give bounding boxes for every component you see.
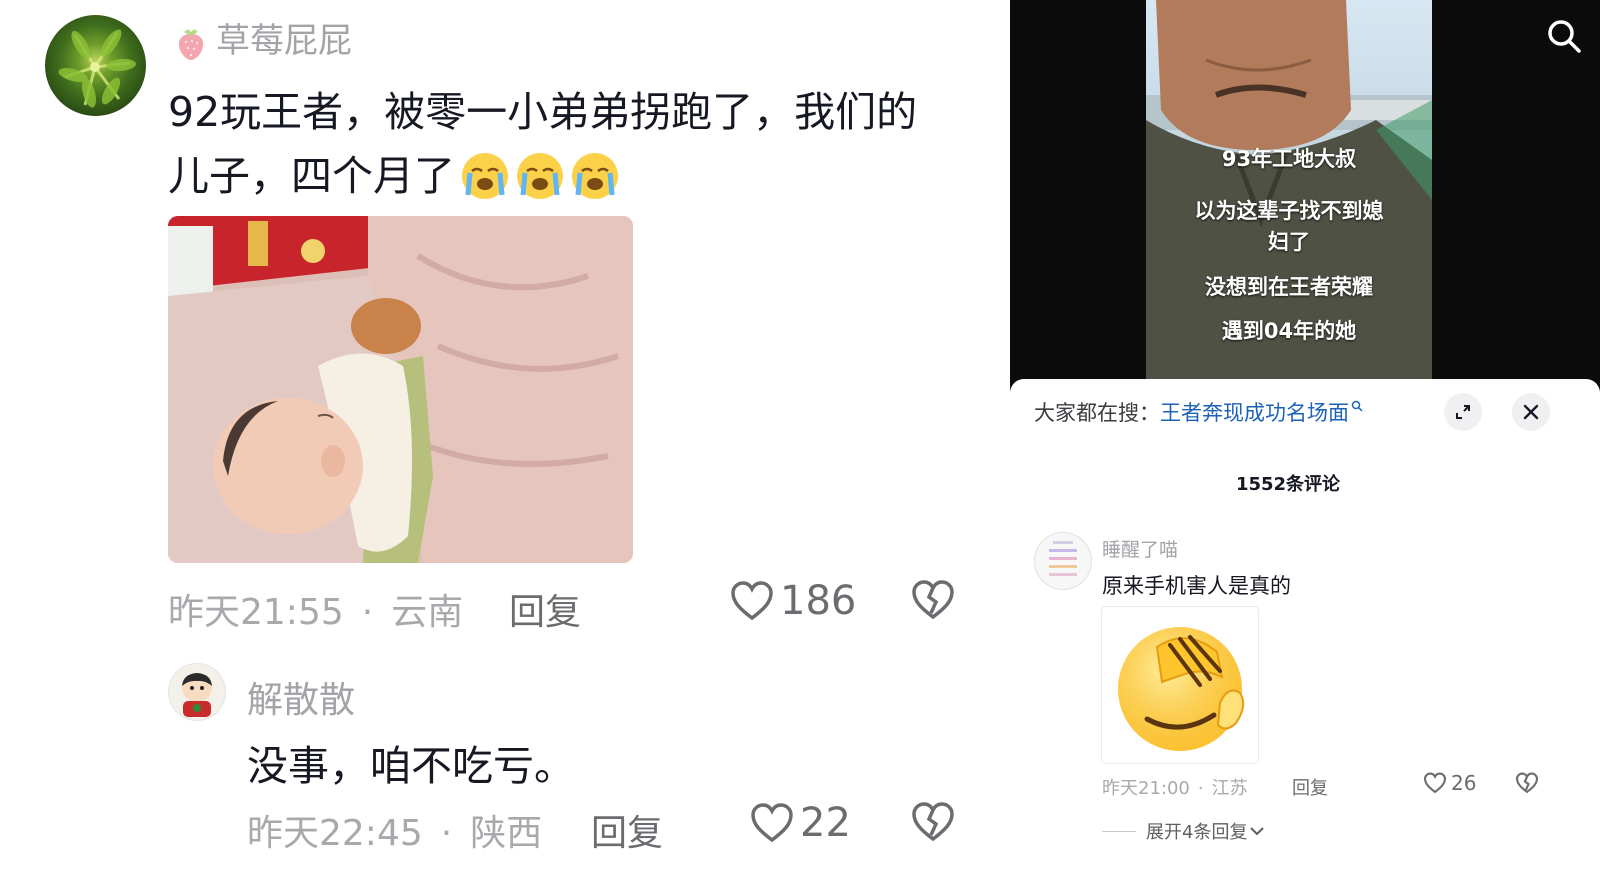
video-caption-3: 妇了 (1268, 230, 1310, 254)
hot-search-keyword[interactable]: 王者奔现成功名场面 (1160, 401, 1349, 425)
comment-sheet: 大家都在搜：王者奔现成功名场面 1552条评论 睡醒了喵 原来手机害人是真的 昨… (1010, 379, 1600, 869)
sheet-comment-username[interactable]: 睡醒了喵 (1102, 535, 1178, 562)
hot-search-bar[interactable]: 大家都在搜：王者奔现成功名场面 (1034, 397, 1363, 427)
meta-separator: · (361, 592, 374, 633)
sheet-like-button[interactable]: 26 (1423, 771, 1476, 795)
reply-like-button[interactable]: 22 (750, 800, 851, 846)
comment-line-2: 儿子，四个月了 (168, 144, 968, 211)
close-sheet-button[interactable] (1512, 393, 1550, 431)
right-video-panel: 93年工地大叔 以为这辈子找不到媳 妇了 没想到在王者荣耀 遇到04年的她 大家… (1010, 0, 1600, 869)
sheet-comment-meta: 昨天21:00 · 江苏 (1102, 774, 1248, 800)
comment-time: 昨天21:55 (168, 592, 344, 633)
crying-emoji-group (455, 147, 620, 211)
comment-text: 92玩王者，被零一小弟弟拐跑了，我们的 儿子，四个月了 (168, 80, 968, 211)
username-text: 草莓屁屁 (216, 21, 352, 61)
reply-username[interactable]: 解散散 (247, 671, 355, 723)
comment-line-1: 92玩王者，被零一小弟弟拐跑了，我们的 (168, 88, 918, 136)
facepalm-sticker[interactable] (1101, 606, 1259, 764)
comment-meta: 昨天21:55 · 云南 (168, 583, 463, 635)
comment-line-2-text: 儿子，四个月了 (168, 152, 455, 200)
comment-location: 云南 (391, 592, 464, 633)
sheet-user-avatar[interactable] (1034, 532, 1092, 590)
hot-search-label: 大家都在搜： (1034, 401, 1160, 425)
sheet-like-count: 26 (1451, 771, 1477, 795)
sheet-comment-location: 江苏 (1211, 778, 1248, 799)
sheet-reply-button[interactable]: 回复 (1292, 774, 1328, 800)
video-caption-2: 以为这辈子找不到媳 (1194, 199, 1384, 223)
reply-like-count: 22 (800, 800, 851, 846)
like-count: 186 (780, 578, 857, 624)
expand-replies-button[interactable]: 展开4条回复 (1102, 818, 1265, 844)
video-player[interactable]: 93年工地大叔 以为这辈子找不到媳 妇了 没想到在王者荣耀 遇到04年的她 (1010, 0, 1600, 395)
reply-user-avatar[interactable] (168, 663, 226, 721)
crying-face-icon (572, 153, 618, 199)
dislike-broken-heart-icon[interactable] (911, 579, 955, 621)
video-frame: 93年工地大叔 以为这辈子找不到媳 妇了 没想到在王者荣耀 遇到04年的她 (1146, 0, 1432, 380)
left-comment-panel: 草莓屁屁 92玩王者，被零一小弟弟拐跑了，我们的 儿子，四个月了 昨天21:55… (0, 0, 1010, 869)
like-button[interactable]: 186 (730, 578, 856, 624)
video-caption-5: 遇到04年的她 (1221, 319, 1357, 343)
small-search-icon (1351, 400, 1363, 412)
meta-separator: · (440, 813, 453, 854)
user-avatar[interactable] (45, 15, 146, 116)
video-caption-4: 没想到在王者荣耀 (1205, 275, 1373, 299)
reply-meta: 昨天22:45 · 陕西 (247, 804, 542, 856)
reply-location: 陕西 (470, 813, 543, 854)
comment-photo[interactable] (168, 216, 633, 563)
crying-face-icon (517, 153, 563, 199)
comment-username[interactable]: 草莓屁屁 (172, 20, 352, 62)
dislike-broken-heart-icon[interactable] (911, 801, 955, 843)
chevron-down-icon (1250, 827, 1265, 836)
heart-icon (1423, 772, 1447, 794)
reply-text: 没事，咱不吃亏。 (247, 742, 575, 790)
sheet-comment-time: 昨天21:00 (1102, 778, 1190, 799)
crying-face-icon (462, 153, 508, 199)
expand-replies-label: 展开4条回复 (1146, 822, 1248, 843)
strawberry-icon (178, 28, 204, 60)
divider-line (1102, 830, 1136, 832)
reply-button[interactable]: 回复 (509, 583, 581, 635)
search-icon[interactable] (1546, 18, 1582, 54)
meta-separator: · (1197, 778, 1204, 799)
reply-time: 昨天22:45 (247, 813, 423, 854)
dislike-broken-heart-icon[interactable] (1515, 772, 1539, 794)
video-caption-1: 93年工地大叔 (1221, 147, 1357, 171)
comment-count-title: 1552条评论 (1235, 474, 1341, 495)
expand-icon (1456, 405, 1470, 419)
sheet-comment-text: 原来手机害人是真的 (1102, 574, 1291, 598)
reply-to-reply-button[interactable]: 回复 (591, 804, 663, 856)
expand-sheet-button[interactable] (1444, 393, 1482, 431)
heart-icon (731, 581, 773, 621)
close-icon (1523, 404, 1539, 420)
heart-icon (751, 803, 793, 843)
